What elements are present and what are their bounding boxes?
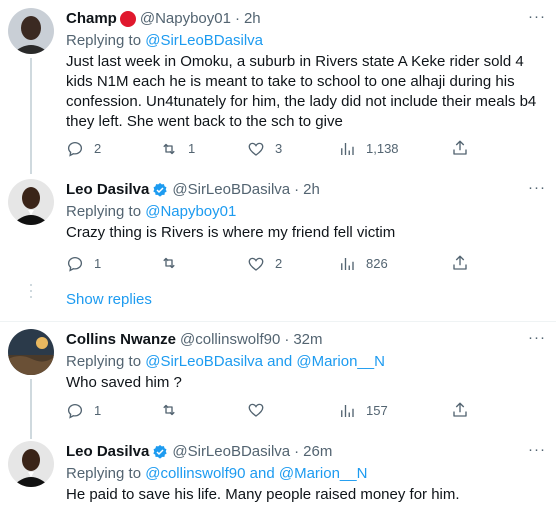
separator-dot: · bbox=[294, 181, 300, 198]
tweet-text: Crazy thing is Rivers is where my friend… bbox=[66, 224, 396, 241]
replying-to: Replying to @SirLeoBDasilva and @Marion_… bbox=[66, 353, 385, 370]
display-name[interactable]: Leo Dasilva bbox=[66, 180, 149, 200]
reply-button[interactable]: 2 bbox=[66, 139, 101, 159]
timestamp[interactable]: 2h bbox=[303, 180, 320, 200]
like-icon bbox=[248, 403, 264, 417]
timestamp[interactable]: 2h bbox=[244, 9, 261, 29]
separator-dot: · bbox=[294, 443, 300, 460]
more-icon[interactable]: ··· bbox=[528, 330, 546, 345]
like-button[interactable]: 2 bbox=[247, 254, 282, 274]
retweet-icon bbox=[163, 257, 175, 269]
retweet-button[interactable] bbox=[160, 401, 188, 419]
display-name[interactable]: Leo Dasilva bbox=[66, 442, 149, 462]
reply-icon bbox=[67, 256, 83, 272]
share-button[interactable] bbox=[451, 401, 469, 419]
timestamp[interactable]: 26m bbox=[303, 442, 332, 462]
separator-dot: · bbox=[284, 331, 290, 348]
views-button[interactable]: 157 bbox=[338, 401, 388, 421]
share-icon bbox=[453, 402, 467, 417]
reply-count: 1 bbox=[94, 403, 102, 418]
like-count: 2 bbox=[275, 256, 283, 271]
more-icon[interactable]: ··· bbox=[528, 9, 546, 24]
user-handle[interactable]: @collinswolf90 bbox=[180, 330, 280, 350]
user-handle[interactable]: @Napyboy01 bbox=[140, 9, 231, 29]
timestamp[interactable]: 32m bbox=[293, 330, 322, 350]
display-name[interactable]: Collins Nwanze bbox=[66, 330, 176, 350]
avatar[interactable] bbox=[8, 179, 54, 225]
views-icon bbox=[341, 143, 354, 155]
mention-link[interactable]: @Napyboy01 bbox=[145, 203, 236, 220]
like-icon bbox=[248, 257, 264, 271]
more-icon[interactable]: ··· bbox=[528, 442, 546, 457]
avatar[interactable] bbox=[8, 329, 54, 375]
mention-link[interactable]: @SirLeoBDasilva bbox=[145, 32, 263, 49]
mention-link[interactable]: @SirLeoBDasilva and @Marion__N bbox=[145, 353, 385, 370]
user-handle[interactable]: @SirLeoBDasilva bbox=[172, 442, 290, 462]
reply-count: 2 bbox=[94, 141, 102, 156]
retweet-button[interactable] bbox=[160, 254, 188, 272]
thread-line bbox=[30, 379, 32, 439]
action-bar: 1 157 bbox=[66, 401, 486, 421]
retweet-icon bbox=[163, 143, 175, 155]
views-button[interactable]: 826 bbox=[338, 254, 388, 274]
user-handle[interactable]: @SirLeoBDasilva bbox=[172, 180, 290, 200]
reply-icon bbox=[67, 141, 83, 157]
tweet-text: Just last week in Omoku, a suburb in Riv… bbox=[66, 53, 537, 130]
display-name[interactable]: Champ bbox=[66, 9, 117, 29]
separator-dot: · bbox=[234, 10, 240, 27]
like-icon bbox=[248, 142, 264, 156]
show-replies-link[interactable]: Show replies bbox=[66, 290, 152, 310]
share-icon bbox=[453, 140, 467, 155]
thread-line bbox=[30, 58, 32, 174]
reply-icon bbox=[67, 403, 83, 419]
replying-to: Replying to @SirLeoBDasilva bbox=[66, 32, 263, 49]
avatar[interactable] bbox=[8, 8, 54, 54]
more-icon[interactable]: ··· bbox=[528, 180, 546, 195]
share-button[interactable] bbox=[451, 139, 469, 157]
red-circle-emoji bbox=[119, 11, 136, 27]
tweet-text: He paid to save his life. Many people ra… bbox=[66, 486, 460, 503]
views-icon bbox=[341, 258, 354, 270]
reply-count: 1 bbox=[94, 256, 102, 271]
replying-to: Replying to @collinswolf90 and @Marion__… bbox=[66, 465, 368, 482]
mention-link[interactable]: @collinswolf90 and @Marion__N bbox=[145, 465, 367, 482]
like-button[interactable]: 3 bbox=[247, 139, 282, 159]
views-icon bbox=[341, 405, 354, 417]
view-count: 157 bbox=[366, 403, 388, 418]
verified-badge-icon bbox=[152, 182, 168, 198]
action-bar: 2 1 3 1,138 bbox=[66, 139, 486, 159]
divider bbox=[0, 321, 556, 322]
view-count: 1,138 bbox=[366, 141, 399, 156]
avatar[interactable] bbox=[8, 441, 54, 487]
reply-button[interactable]: 1 bbox=[66, 254, 101, 274]
reply-button[interactable]: 1 bbox=[66, 401, 101, 421]
like-button[interactable] bbox=[247, 401, 275, 419]
verified-badge-icon bbox=[152, 444, 168, 460]
thread-dots bbox=[30, 284, 32, 302]
action-bar: 1 2 826 bbox=[66, 254, 486, 274]
like-count: 3 bbox=[275, 141, 283, 156]
tweet-text: Who saved him ? bbox=[66, 374, 182, 391]
retweet-icon bbox=[163, 404, 175, 416]
views-button[interactable]: 1,138 bbox=[338, 139, 399, 159]
retweet-button[interactable]: 1 bbox=[160, 139, 195, 159]
share-button[interactable] bbox=[451, 254, 469, 272]
replying-to: Replying to @Napyboy01 bbox=[66, 203, 237, 220]
share-icon bbox=[453, 255, 467, 270]
retweet-count: 1 bbox=[188, 141, 196, 156]
view-count: 826 bbox=[366, 256, 388, 271]
